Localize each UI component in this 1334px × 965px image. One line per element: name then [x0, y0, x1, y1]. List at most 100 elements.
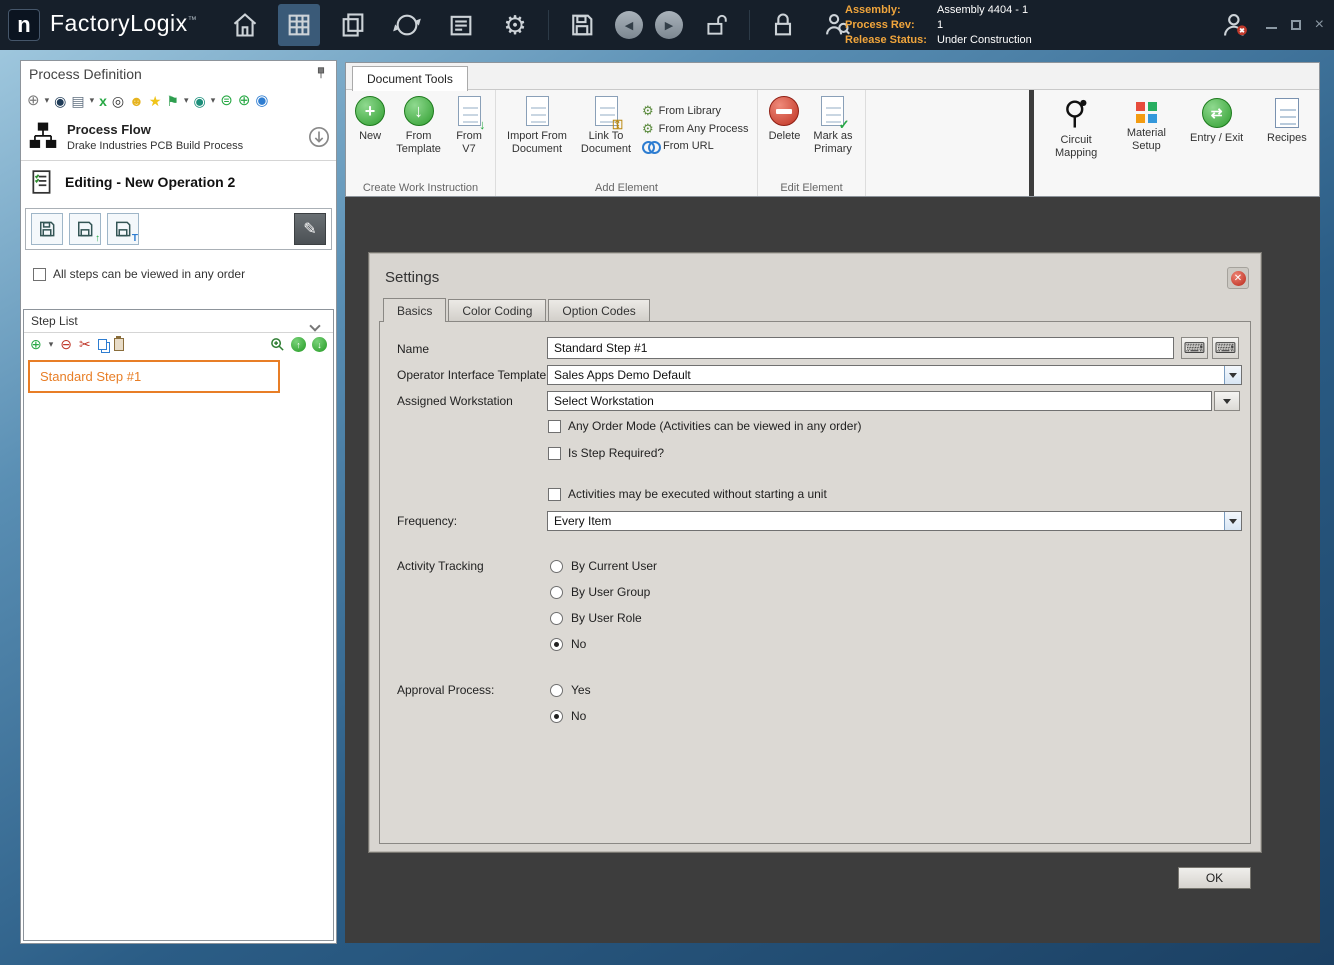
- release-button[interactable]: [386, 4, 428, 46]
- save-button[interactable]: [561, 4, 603, 46]
- ribbon-tab-row: Document Tools: [346, 63, 1319, 91]
- any-order-checkbox[interactable]: [33, 267, 46, 281]
- forward-button[interactable]: ▶: [655, 11, 683, 39]
- activities-without-unit-label: Activities may be executed without start…: [568, 487, 827, 501]
- save-instruction-button[interactable]: [31, 213, 63, 245]
- circuit-mapping-button[interactable]: Circuit Mapping: [1048, 98, 1104, 196]
- any-order-mode-checkbox-row[interactable]: Any Order Mode (Activities can be viewed…: [548, 419, 861, 433]
- panel-title: Process Definition: [29, 66, 142, 82]
- process-definition-button[interactable]: [278, 4, 320, 46]
- settings-gear-button[interactable]: ⚙: [494, 4, 536, 46]
- import-from-document-button[interactable]: Import From Document: [504, 96, 570, 155]
- move-step-down-button[interactable]: ↓: [312, 337, 327, 352]
- pin-icon[interactable]: [314, 66, 328, 83]
- save-icon: [116, 221, 131, 237]
- sync-circle-icon: [393, 14, 421, 36]
- process-definition-panel: Process Definition ⊕ ▾ ◉ ▤ ▾ x ◎ ☻ ★ ⚑ ▾…: [20, 60, 337, 944]
- radio-activity-no[interactable]: No: [550, 637, 586, 651]
- template-instruction-button[interactable]: T: [107, 213, 139, 245]
- paste-step-button[interactable]: [113, 335, 124, 351]
- maximize-button[interactable]: [1290, 20, 1301, 30]
- chevron-down-icon[interactable]: ▾: [45, 96, 50, 105]
- unlock-button[interactable]: [695, 4, 737, 46]
- chevron-down-icon[interactable]: ▾: [49, 339, 54, 349]
- expand-all-icon[interactable]: ⊕: [27, 93, 40, 108]
- any-order-mode-checkbox[interactable]: [548, 419, 561, 433]
- from-v7-button[interactable]: ↓ From V7: [451, 96, 487, 155]
- radio-by-user-role[interactable]: By User Role: [550, 611, 642, 625]
- is-step-required-checkbox-row[interactable]: Is Step Required?: [548, 446, 664, 460]
- tab-basics[interactable]: Basics: [383, 298, 447, 322]
- radio-approval-yes[interactable]: Yes: [550, 683, 591, 697]
- home-button[interactable]: [224, 4, 266, 46]
- cut-step-button[interactable]: ✂: [79, 337, 91, 351]
- publish-icon[interactable]: ◉: [194, 94, 206, 108]
- reports-button[interactable]: [440, 4, 482, 46]
- dialog-close-button[interactable]: ✕: [1227, 267, 1249, 289]
- copy-step-button[interactable]: [97, 338, 107, 350]
- radio-by-current-user[interactable]: By Current User: [550, 559, 657, 573]
- refresh-icon[interactable]: ⊕: [238, 93, 251, 108]
- chevron-down-icon[interactable]: ▾: [184, 96, 189, 105]
- documents-button[interactable]: [332, 4, 374, 46]
- keyboard-button[interactable]: ⌨: [1181, 337, 1208, 359]
- mark-as-primary-button[interactable]: ✓ Mark as Primary: [809, 96, 857, 155]
- logout-user-button[interactable]: [1218, 8, 1252, 42]
- is-step-required-checkbox[interactable]: [548, 446, 561, 460]
- chevron-down-icon: [1223, 398, 1231, 404]
- ok-button[interactable]: OK: [1178, 867, 1251, 889]
- process-flow-header[interactable]: Process Flow Drake Industries PCB Build …: [21, 112, 336, 160]
- collapse-button[interactable]: [308, 126, 330, 151]
- minimize-button[interactable]: [1265, 22, 1277, 29]
- star-icon[interactable]: ★: [149, 94, 162, 108]
- add-step-button[interactable]: ⊕: [30, 337, 42, 351]
- remove-step-button[interactable]: ⊖: [60, 337, 72, 351]
- edit-instruction-button[interactable]: ✎: [294, 213, 326, 245]
- magnifier-plus-icon: [271, 338, 284, 351]
- workstation-dropdown-button[interactable]: [1214, 391, 1240, 411]
- chevron-down-icon[interactable]: ▾: [211, 96, 216, 105]
- delete-element-button[interactable]: Delete: [766, 96, 803, 143]
- link-to-document-button[interactable]: ⚿ Link To Document: [576, 96, 636, 155]
- any-order-mode-label: Any Order Mode (Activities can be viewed…: [568, 419, 862, 433]
- popup-keyboard-button[interactable]: ⌨: [1212, 337, 1239, 359]
- name-input[interactable]: [547, 337, 1174, 359]
- from-library-button[interactable]: ⚙ From Library: [642, 104, 749, 117]
- zoom-step-button[interactable]: [270, 337, 285, 352]
- operator-interface-template-select[interactable]: Sales Apps Demo Default: [547, 365, 1242, 385]
- close-button[interactable]: ×: [1315, 17, 1324, 33]
- new-button[interactable]: + New: [354, 96, 386, 143]
- from-any-process-button[interactable]: ⚙ From Any Process: [642, 122, 749, 135]
- info-icon[interactable]: ◉: [255, 93, 268, 108]
- radio-by-user-group[interactable]: By User Group: [550, 585, 650, 599]
- globe-icon[interactable]: ◉: [54, 94, 66, 108]
- from-template-button[interactable]: ↓ From Template: [392, 96, 445, 155]
- validate-icon[interactable]: ⊜: [220, 93, 233, 108]
- activities-without-unit-checkbox[interactable]: [548, 487, 561, 501]
- audit-icon[interactable]: ◎: [112, 94, 124, 108]
- step-list-item-selected[interactable]: Standard Step #1: [28, 360, 280, 393]
- import-instruction-button[interactable]: ↑: [69, 213, 101, 245]
- frequency-select[interactable]: Every Item: [547, 511, 1242, 531]
- flag-icon[interactable]: ⚑: [166, 94, 179, 108]
- print-icon[interactable]: ▤: [71, 94, 84, 108]
- radio-approval-no[interactable]: No: [550, 709, 586, 723]
- lock-button[interactable]: [762, 4, 804, 46]
- release-status-value: Under Construction: [937, 34, 1032, 46]
- user-icon[interactable]: ☻: [129, 94, 144, 108]
- add-process-icon[interactable]: x: [99, 94, 107, 108]
- tab-document-tools[interactable]: Document Tools: [352, 66, 468, 91]
- back-button[interactable]: ◀: [615, 11, 643, 39]
- move-step-up-button[interactable]: ↑: [291, 337, 306, 352]
- material-setup-button[interactable]: Material Setup: [1118, 98, 1174, 196]
- entry-exit-button[interactable]: ⇄ Entry / Exit: [1189, 98, 1245, 196]
- chevron-down-icon[interactable]: ▾: [90, 96, 95, 105]
- any-order-checkbox-row[interactable]: All steps can be viewed in any order: [21, 255, 336, 291]
- settings-dialog: Settings ✕ Basics Color Coding Option Co…: [368, 252, 1262, 853]
- from-url-button[interactable]: From URL: [642, 140, 749, 154]
- recipes-button[interactable]: Recipes: [1259, 98, 1315, 196]
- assigned-workstation-select[interactable]: Select Workstation: [547, 391, 1212, 411]
- activities-without-unit-checkbox-row[interactable]: Activities may be executed without start…: [548, 487, 827, 501]
- tab-color-coding[interactable]: Color Coding: [448, 299, 547, 321]
- tab-option-codes[interactable]: Option Codes: [548, 299, 650, 321]
